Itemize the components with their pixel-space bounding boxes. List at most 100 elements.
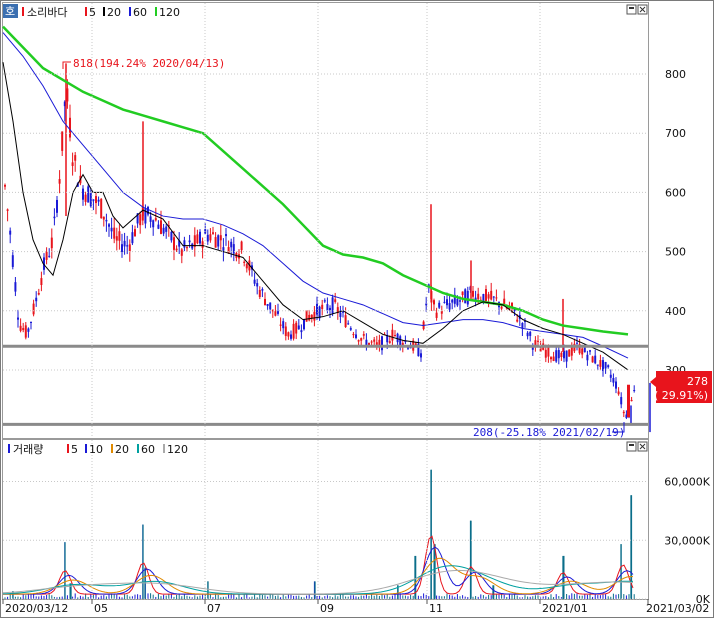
candle-body [131, 232, 134, 244]
candle-body [87, 186, 90, 203]
high-annotation: 818(194.24% 2020/04/13) [73, 57, 225, 70]
candle-body [466, 290, 469, 305]
candle-body [113, 227, 116, 239]
candle-body [110, 227, 113, 232]
candle-body [147, 206, 149, 215]
candle-body [225, 234, 227, 237]
candle-body [604, 362, 607, 369]
candle-body [175, 248, 178, 251]
candle-body [602, 360, 604, 372]
candle-body [118, 231, 121, 241]
candle-body [388, 341, 391, 343]
candle-body [27, 328, 30, 332]
candle-body [22, 328, 25, 331]
candle-body [292, 323, 295, 339]
volume-close-button[interactable] [637, 441, 648, 452]
volume-legend-label-120: 120 [167, 443, 188, 456]
candle-body [261, 289, 264, 291]
volume-legend-label-5: 5 [71, 443, 78, 456]
candle-body [360, 338, 363, 341]
candle-body [56, 199, 58, 213]
candle-body [544, 349, 547, 358]
candle-body [565, 350, 568, 362]
legend-swatch-120 [155, 7, 157, 16]
candle-body [173, 237, 175, 250]
x-tick-label: 09 [320, 602, 334, 615]
candle-body [201, 241, 204, 248]
volume-title-marker [8, 444, 10, 453]
candle-body [128, 244, 131, 252]
candle-body [30, 321, 32, 323]
candle-body [180, 249, 183, 256]
candle-body [139, 214, 142, 226]
candle-body [84, 194, 87, 202]
candle-body [209, 234, 212, 241]
candle-body [537, 340, 539, 342]
candle-body [284, 326, 287, 336]
candle-body [313, 311, 316, 321]
candle-body [71, 162, 74, 166]
candle-body [581, 348, 584, 355]
candle-body [461, 291, 464, 296]
candle-body [586, 354, 589, 361]
candle-body [188, 240, 191, 243]
volume-legend-swatch-20 [111, 444, 113, 453]
legend-label-120: 120 [159, 6, 180, 19]
candle-body [152, 220, 155, 228]
candle-body [274, 311, 277, 316]
candle-body [596, 364, 599, 366]
candle-body [394, 335, 396, 337]
candle-body [277, 311, 279, 314]
candle-body [464, 289, 467, 304]
candle-body [303, 318, 305, 330]
price-minimize-button[interactable] [626, 4, 637, 15]
candle-body [617, 391, 620, 395]
candle-body [487, 294, 490, 299]
price-tick-label: 400 [665, 305, 686, 318]
x-tick-label: 11 [429, 602, 443, 615]
volume-minimize-button[interactable] [626, 441, 637, 452]
volume-legend-label-20: 20 [115, 443, 129, 456]
price-tick-label: 700 [665, 127, 686, 140]
candle-body [495, 297, 498, 299]
volume-tick-label: 60,000K [664, 476, 710, 489]
candle-body [6, 209, 9, 211]
candle-body [14, 282, 17, 292]
candle-body [339, 312, 342, 317]
x-tick-label: 2021/03/02 [646, 602, 709, 615]
candle-body [186, 247, 188, 249]
candle-body [108, 224, 110, 227]
candle-body [222, 247, 225, 251]
candle-body [287, 332, 290, 337]
candle-body [440, 311, 443, 314]
chart-window: 300 400 500 600 700 800 0K 30,000K 60,000K 2020… [0, 0, 714, 618]
price-close-button[interactable] [637, 4, 648, 15]
low-annotation: 208(-25.18% 2021/02/19) [473, 426, 625, 439]
legend-swatch-5 [85, 7, 87, 16]
candle-body [438, 302, 441, 308]
candle-body [355, 334, 357, 339]
candle-body [196, 234, 199, 244]
candle-body [97, 199, 100, 202]
candle-body [459, 300, 461, 302]
candle-body [157, 224, 160, 229]
candle-body [212, 232, 214, 234]
candle-body [334, 299, 337, 302]
price-tick-label: 800 [665, 68, 686, 81]
candle-body [375, 342, 378, 345]
candle-body [451, 299, 454, 303]
candle-body [24, 325, 27, 338]
legend-label-60: 60 [133, 6, 147, 19]
candle-body [607, 365, 610, 368]
title-marker [22, 7, 24, 16]
candle-body [115, 236, 118, 241]
candle-body [529, 331, 532, 336]
candle-body [477, 293, 480, 300]
candle-body [243, 261, 246, 263]
candle-body [318, 306, 321, 319]
candle-body [391, 329, 394, 341]
candle-body [82, 188, 84, 200]
candle-body [232, 244, 235, 254]
candle-body [74, 155, 77, 161]
volume-tick-label: 30,000K [664, 534, 710, 547]
